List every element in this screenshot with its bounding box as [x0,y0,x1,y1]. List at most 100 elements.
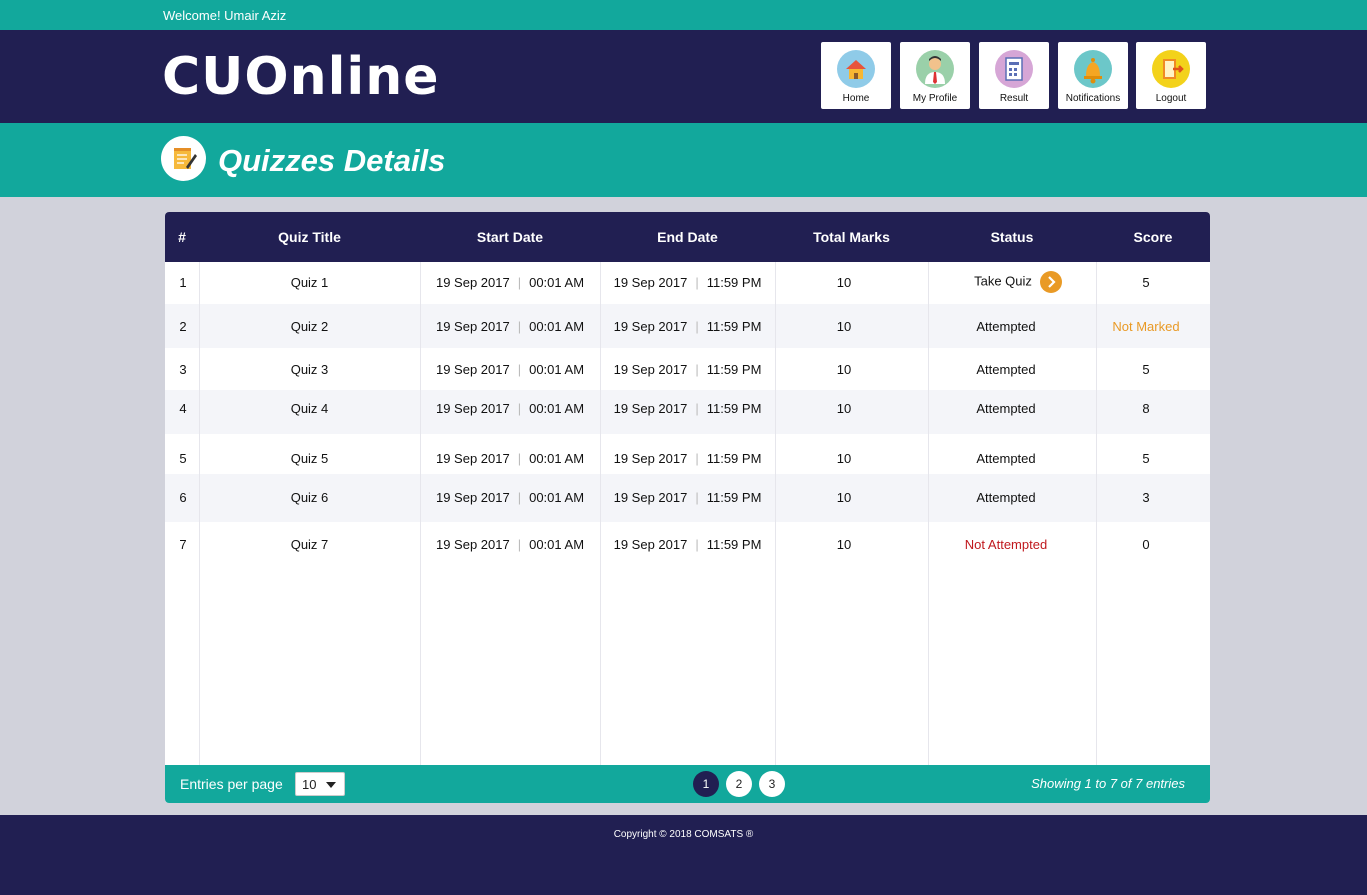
result-icon [995,50,1033,88]
cell-start-date: 19 Sep 2017 | 00:01 AM [420,537,600,552]
separator: | [695,537,699,552]
chevron-down-icon [326,782,336,788]
cell-status: Attempted [928,490,1084,505]
page-title: Quizzes Details [218,143,446,178]
row-number: 3 [179,362,187,377]
table-row: 6 Quiz 6 19 Sep 2017 | 00:01 AM 19 Sep 2017 | 1… [165,474,1210,522]
separator: | [517,490,522,505]
total-marks: 10 [836,537,852,552]
header-start-date[interactable]: Start Date [420,229,600,245]
row-number: 1 [179,275,187,290]
separator: | [695,451,699,466]
end-time: 11:59 PM [706,537,762,552]
score-value: 3 [1142,490,1150,505]
start-date: 19 Sep 2017 [435,451,510,466]
end-date: 19 Sep 2017 [613,490,688,505]
score-value: 5 [1142,275,1150,290]
end-date: 19 Sep 2017 [613,537,688,552]
cell-total-marks: 10 [775,319,913,334]
cell-end-date: 19 Sep 2017 | 11:59 PM [600,537,775,552]
end-time: 11:59 PM [706,401,762,416]
top-bar: Welcome! Umair Aziz [0,0,1367,30]
cell-score: 0 [1096,537,1196,552]
header-quiz-title[interactable]: Quiz Title [199,229,420,245]
end-date: 19 Sep 2017 [613,319,688,334]
nav-notifications-button[interactable]: Notifications [1058,42,1128,109]
total-marks: 10 [836,275,852,290]
header-end-date[interactable]: End Date [600,229,775,245]
page-button-1[interactable]: 1 [693,771,719,797]
status-text: Attempted [976,319,1036,334]
cell-status: Attempted [928,319,1084,334]
status-text: Attempted [976,451,1036,466]
row-number: 7 [179,537,187,552]
cell-score: Not Marked [1096,319,1196,334]
cell-end-date: 19 Sep 2017 | 11:59 PM [600,490,775,505]
nav-home-button[interactable]: Home [821,42,891,109]
header-num: # [178,229,186,245]
cell-score: 5 [1096,451,1196,466]
cell-quiz-title: Quiz 5 [199,451,420,466]
start-time: 00:01 AM [529,401,585,416]
total-marks: 10 [836,362,852,377]
end-date: 19 Sep 2017 [613,362,688,377]
page-button-3[interactable]: 3 [759,771,785,797]
start-date: 19 Sep 2017 [435,490,510,505]
nav-result-button[interactable]: Result [979,42,1049,109]
nav-logout-button[interactable]: Logout [1136,42,1206,109]
header: CUOnline Home My Profile Result Notifica… [0,30,1367,123]
quiz-title: Quiz 4 [290,401,329,416]
separator: | [517,275,522,290]
table-row: 7 Quiz 7 19 Sep 2017 | 00:01 AM 19 Sep 2017 | 1… [165,522,1210,564]
nav-profile-button[interactable]: My Profile [900,42,970,109]
total-marks: 10 [836,401,852,416]
cell-status: Attempted [928,362,1084,377]
entries-per-page-value: 10 [302,777,317,792]
header-total-marks[interactable]: Total Marks [775,229,928,245]
cell-num: 5 [165,451,201,466]
start-date: 19 Sep 2017 [435,401,510,416]
cell-quiz-title: Quiz 7 [199,537,420,552]
entries-per-page-label: Entries per page [180,776,283,792]
cell-start-date: 19 Sep 2017 | 00:01 AM [420,490,600,505]
cell-start-date: 19 Sep 2017 | 00:01 AM [420,451,600,466]
end-time: 11:59 PM [706,490,762,505]
cell-total-marks: 10 [775,537,913,552]
column-divider [420,262,421,765]
cell-num: 3 [165,362,201,377]
status-text: Attempted [976,490,1036,505]
end-date: 19 Sep 2017 [613,401,688,416]
take-quiz-link[interactable]: Take Quiz [940,271,1096,293]
total-marks: 10 [836,319,852,334]
cell-quiz-title: Quiz 4 [199,401,420,416]
column-divider [1096,262,1097,765]
cell-total-marks: 10 [775,275,913,290]
cell-status: Attempted [928,401,1084,416]
table-header: # Quiz Title Start Date End Date Total M… [165,212,1210,262]
separator: | [517,401,522,416]
take-quiz-arrow-icon[interactable] [1039,271,1062,293]
end-time: 11:59 PM [706,451,762,466]
row-number: 6 [179,490,187,505]
cuonline-logo[interactable]: CUOnline [162,51,440,103]
column-divider [928,262,929,765]
profile-icon [916,50,954,88]
start-date: 19 Sep 2017 [435,362,510,377]
separator: | [695,490,699,505]
cell-num: 2 [165,319,201,334]
score-value: 0 [1142,537,1150,552]
start-time: 00:01 AM [529,490,585,505]
cell-end-date: 19 Sep 2017 | 11:59 PM [600,275,775,290]
nav-notifications-label: Notifications [1065,93,1121,104]
page-button-2[interactable]: 2 [726,771,752,797]
cell-num: 7 [165,537,201,552]
cell-num: 6 [165,490,201,505]
entries-per-page-select[interactable]: 10 [295,772,345,796]
header-score[interactable]: Score [1096,229,1210,245]
cell-start-date: 19 Sep 2017 | 00:01 AM [420,319,600,334]
header-status[interactable]: Status [928,229,1096,245]
start-date: 19 Sep 2017 [435,275,510,290]
cell-quiz-title: Quiz 6 [199,490,420,505]
separator: | [517,537,522,552]
copyright-text: Copyright © 2018 COMSATS ® [613,829,754,840]
